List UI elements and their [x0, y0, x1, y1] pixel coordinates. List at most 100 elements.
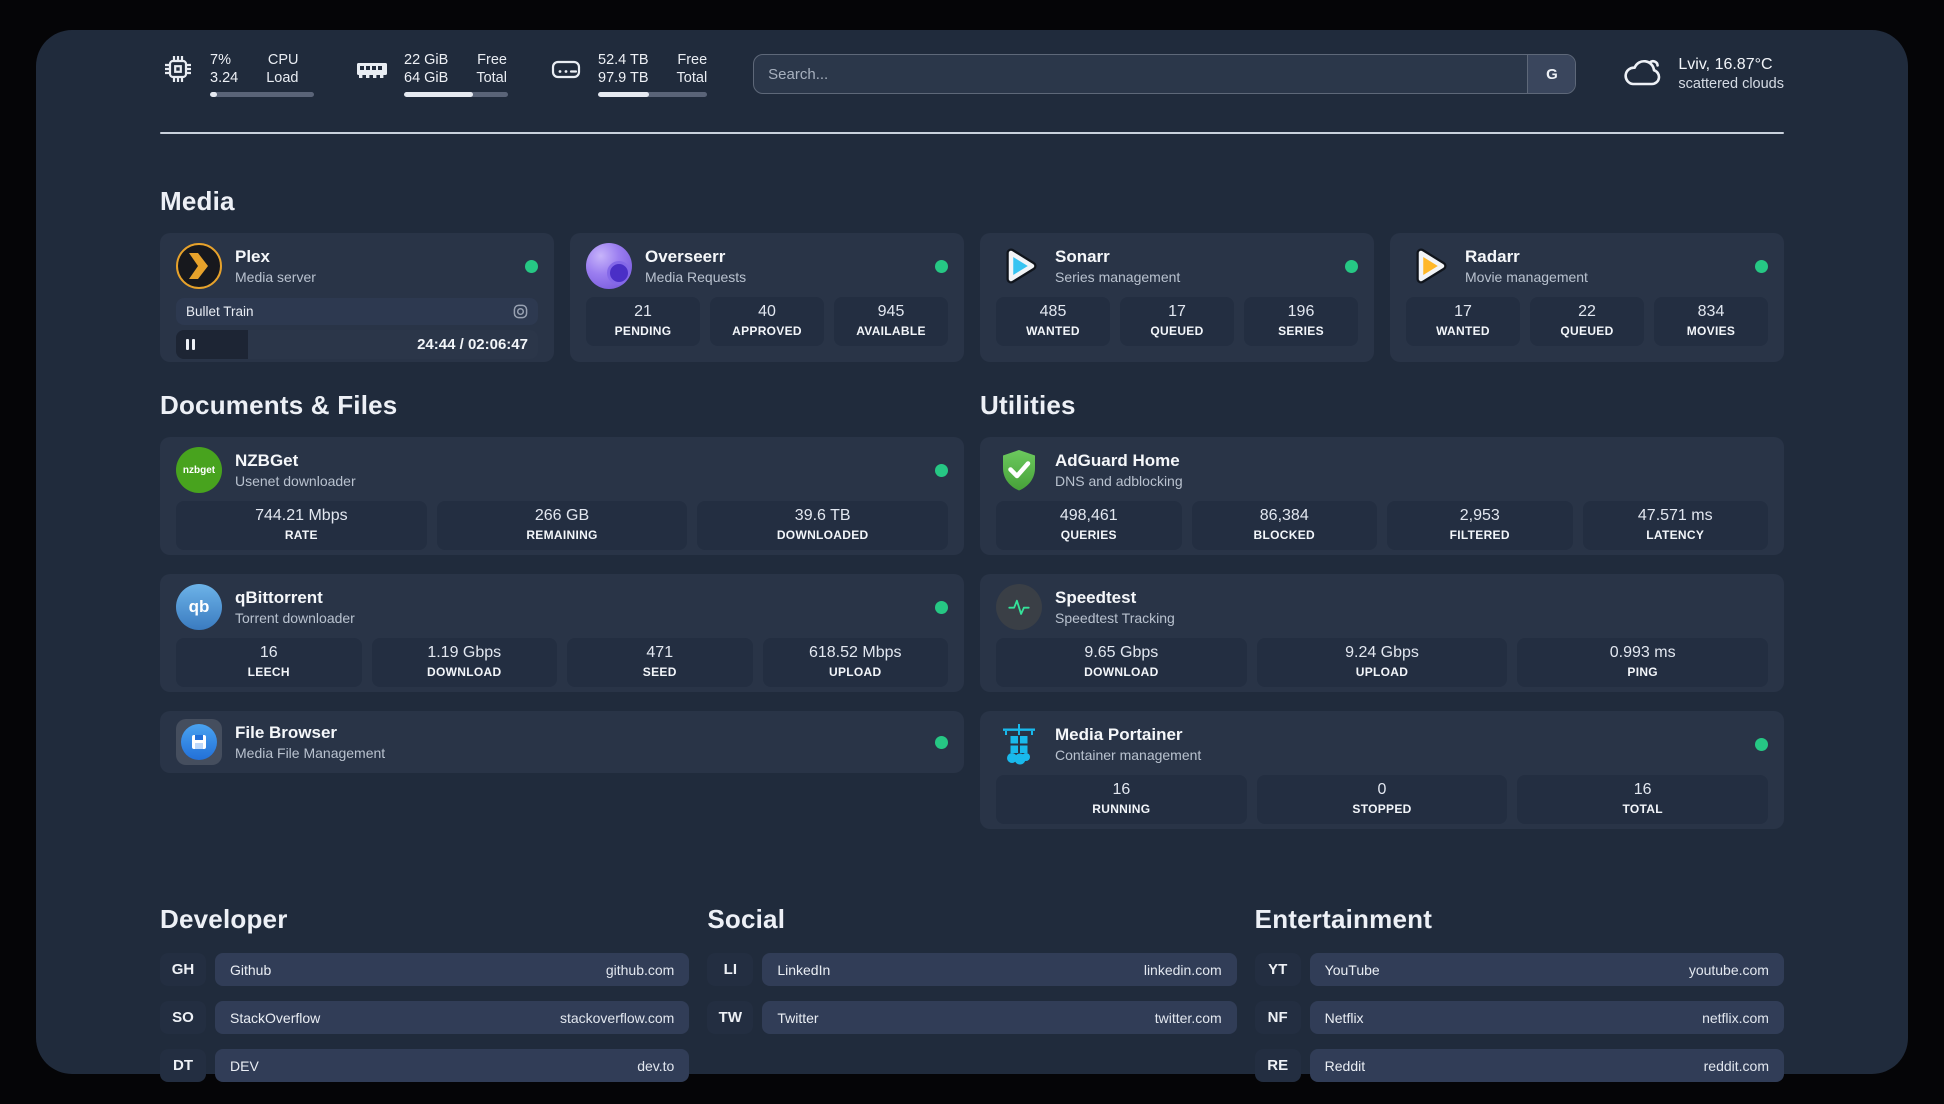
stat-label: PENDING [614, 324, 672, 338]
disk-progress-bar [598, 92, 708, 97]
stat-value: 16 [1633, 781, 1652, 798]
stat-value: 618.52 Mbps [808, 644, 902, 661]
app-description: Usenet downloader [235, 473, 356, 489]
stat-box: 266 GB REMAINING [436, 501, 688, 550]
radarr-icon [1406, 243, 1452, 289]
app-card-filebrowser[interactable]: File Browser Media File Management [160, 711, 964, 773]
stat-label: QUEUED [1560, 324, 1614, 338]
stat-box: 17 QUEUED [1120, 297, 1234, 346]
app-description: DNS and adblocking [1055, 473, 1183, 489]
status-dot [1755, 259, 1768, 273]
app-description: Series management [1055, 269, 1181, 285]
bookmark-youtube[interactable]: YT YouTube youtube.com [1254, 953, 1784, 986]
stat-box: 2,953 FILTERED [1387, 501, 1573, 550]
app-card-plex[interactable]: Plex Media server Bullet Train 24:44 / 0… [160, 233, 554, 362]
stat-value: 471 [646, 644, 674, 661]
app-description: Speedtest Tracking [1055, 610, 1175, 626]
search-bar: G [753, 54, 1577, 94]
stat-value: 0 [1377, 781, 1387, 798]
stat-value: 16 [259, 644, 278, 661]
cpu-load-value: 3.24 [210, 70, 239, 86]
stat-value: 47.571 ms [1637, 507, 1713, 524]
status-dot [525, 259, 538, 273]
memory-total-label: Total [476, 70, 507, 86]
bookmark-name: Reddit [1324, 1057, 1366, 1074]
app-card-portainer[interactable]: Media Portainer Container management 16 … [980, 711, 1784, 829]
stat-label: RUNNING [1092, 802, 1151, 816]
section-title-media: Media [160, 186, 235, 216]
memory-progress-bar [404, 92, 508, 97]
stat-value: 21 [634, 303, 652, 320]
weather-widget: Lviv, 16.87°C scattered clouds [1620, 53, 1784, 96]
app-title: Speedtest [1055, 588, 1137, 607]
stat-label: MOVIES [1686, 324, 1736, 338]
bookmark-twitter[interactable]: TW Twitter twitter.com [707, 1001, 1237, 1034]
app-card-nzbget[interactable]: nzbget NZBGet Usenet downloader 744.21 M… [160, 437, 964, 555]
app-card-qbittorrent[interactable]: qb qBittorrent Torrent downloader 16 LEE… [160, 574, 964, 692]
bookmark-dev[interactable]: DT DEV dev.to [160, 1049, 690, 1082]
stat-value: 9.65 Gbps [1084, 644, 1159, 661]
stat-value: 17 [1168, 303, 1186, 320]
bookmark-abbr-badge: DT [160, 1049, 206, 1082]
bookmark-domain: youtube.com [1688, 961, 1769, 978]
stat-box: 22 QUEUED [1530, 297, 1644, 346]
stat-label: APPROVED [732, 324, 802, 338]
bookmark-stackoverflow[interactable]: SO StackOverflow stackoverflow.com [160, 1001, 690, 1034]
stat-value: 9.24 Gbps [1345, 644, 1419, 661]
stat-value: 945 [877, 303, 905, 320]
bookmark-name: Github [230, 961, 272, 978]
bookmark-abbr-badge: GH [160, 953, 206, 986]
bookmark-name: Twitter [777, 1009, 819, 1026]
playback-progress-bar: 24:44 / 02:06:47 [176, 330, 538, 359]
stat-box: 471 SEED [567, 638, 753, 687]
bookmark-domain: twitter.com [1154, 1009, 1222, 1026]
app-description: Media server [235, 269, 316, 285]
app-card-overseerr[interactable]: Overseerr Media Requests 21 PENDING 40 A… [570, 233, 964, 362]
bookmark-github[interactable]: GH Github github.com [160, 953, 690, 986]
cpu-usage-label: CPU [267, 52, 299, 68]
bookmark-domain: netflix.com [1702, 1009, 1769, 1026]
bookmark-linkedin[interactable]: LI LinkedIn linkedin.com [707, 953, 1237, 986]
bookmark-netflix[interactable]: NF Netflix netflix.com [1254, 1001, 1784, 1034]
memory-free-value: 22 GiB [404, 52, 449, 68]
app-title: AdGuard Home [1055, 451, 1180, 470]
stat-value: 0.993 ms [1609, 644, 1676, 661]
stat-label: AVAILABLE [856, 324, 926, 338]
stat-box: 86,384 BLOCKED [1191, 501, 1377, 550]
playback-time: 24:44 / 02:06:47 [417, 336, 528, 353]
stat-label: REMAINING [526, 528, 598, 542]
nzbget-icon: nzbget [176, 447, 222, 493]
stat-box: 17 WANTED [1406, 297, 1520, 346]
stat-value: 266 GB [534, 507, 590, 524]
stat-label: PING [1627, 665, 1658, 679]
bookmark-name: Netflix [1324, 1009, 1364, 1026]
cpu-progress-fill [210, 92, 218, 97]
app-description: Media File Management [235, 745, 386, 761]
dashboard-board: 7% 3.24 CPU Load 22 GiB 64 GiB Free Tota… [36, 30, 1908, 1082]
search-engine-button[interactable]: G [1527, 55, 1576, 93]
section-documents: Documents & Files nzbget NZBGet Usenet d… [160, 390, 964, 848]
app-card-adguard[interactable]: AdGuard Home DNS and adblocking 498,461 … [980, 437, 1784, 555]
status-dot [1755, 737, 1768, 751]
bookmark-reddit[interactable]: RE Reddit reddit.com [1254, 1049, 1784, 1082]
bookmark-abbr-badge: NF [1254, 1001, 1301, 1034]
plex-now-playing: Bullet Train 24:44 / 02:06:47 [176, 298, 538, 359]
stat-box: 834 MOVIES [1654, 297, 1768, 346]
stat-value: 834 [1697, 303, 1725, 320]
app-card-radarr[interactable]: Radarr Movie management 17 WANTED 22 QUE… [1390, 233, 1784, 362]
app-title: Sonarr [1055, 247, 1110, 266]
app-card-sonarr[interactable]: Sonarr Series management 485 WANTED 17 Q… [980, 233, 1374, 362]
cpu-load-label: Load [266, 70, 299, 86]
stat-value: 39.6 TB [794, 507, 851, 524]
app-description: Movie management [1465, 269, 1588, 285]
stat-value: 485 [1039, 303, 1067, 320]
bookmark-domain: linkedin.com [1143, 961, 1222, 978]
app-card-speedtest[interactable]: Speedtest Speedtest Tracking 9.65 Gbps D… [980, 574, 1784, 692]
bookmark-domain: stackoverflow.com [559, 1009, 675, 1026]
app-description: Media Requests [645, 269, 747, 285]
bookmark-abbr-badge: RE [1254, 1049, 1301, 1082]
stat-label: FILTERED [1449, 528, 1510, 542]
search-input[interactable] [754, 55, 1528, 93]
bookmark-abbr-badge: TW [707, 1001, 754, 1034]
bookmark-abbr-badge: LI [707, 953, 754, 986]
